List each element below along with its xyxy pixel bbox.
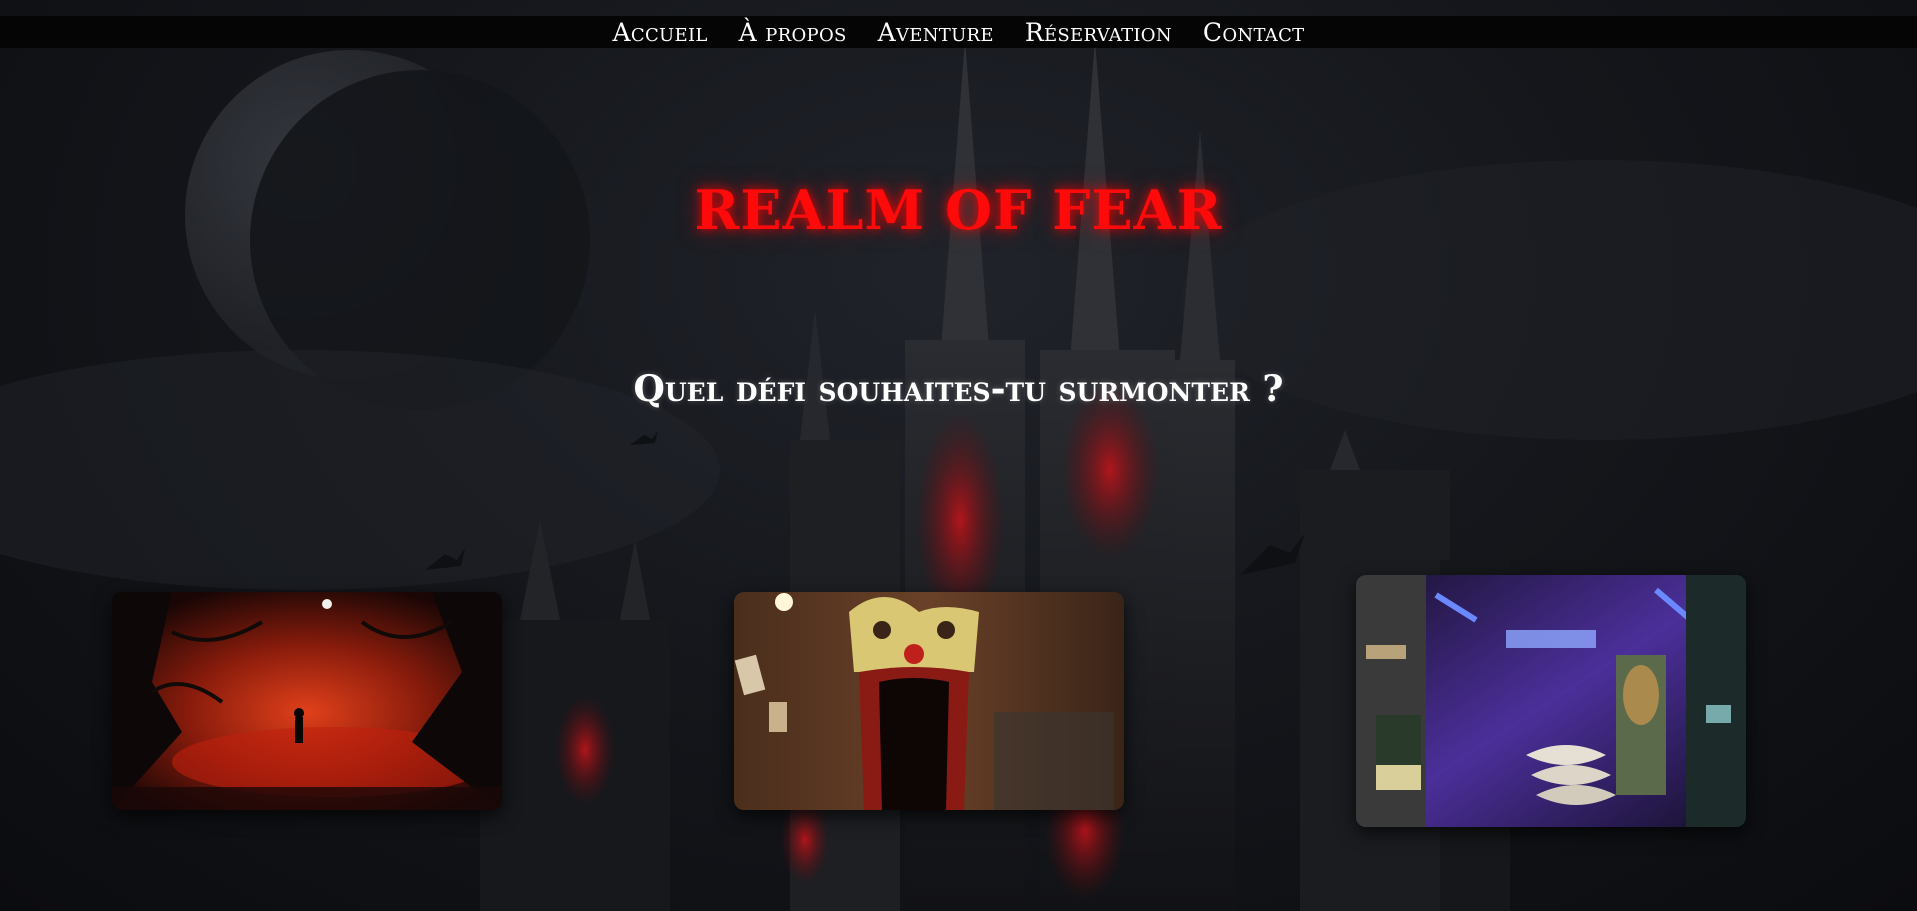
challenge-card-clown[interactable] [734, 592, 1124, 810]
hero-title: REALM OF FEAR [694, 178, 1223, 242]
neon-bunker-room-image [1356, 575, 1746, 827]
nav-link-reservation[interactable]: Réservation [1025, 18, 1172, 47]
challenge-card-bunker[interactable] [1356, 575, 1746, 827]
nav-link-a-propos[interactable]: À propos [739, 18, 847, 47]
top-navigation: Accueil À propos Aventure Réservation Co… [0, 16, 1917, 48]
challenge-card-forest[interactable] [112, 592, 502, 810]
nav-link-accueil[interactable]: Accueil [613, 18, 708, 47]
nav-link-aventure[interactable]: Aventure [878, 18, 994, 47]
nav-link-contact[interactable]: Contact [1203, 18, 1305, 47]
dark-forest-image [112, 592, 502, 810]
clown-mouth-corridor-image [734, 592, 1124, 810]
page: Accueil À propos Aventure Réservation Co… [0, 0, 1917, 911]
challenge-heading: Quel défi souhaites-tu surmonter ? [633, 368, 1284, 410]
